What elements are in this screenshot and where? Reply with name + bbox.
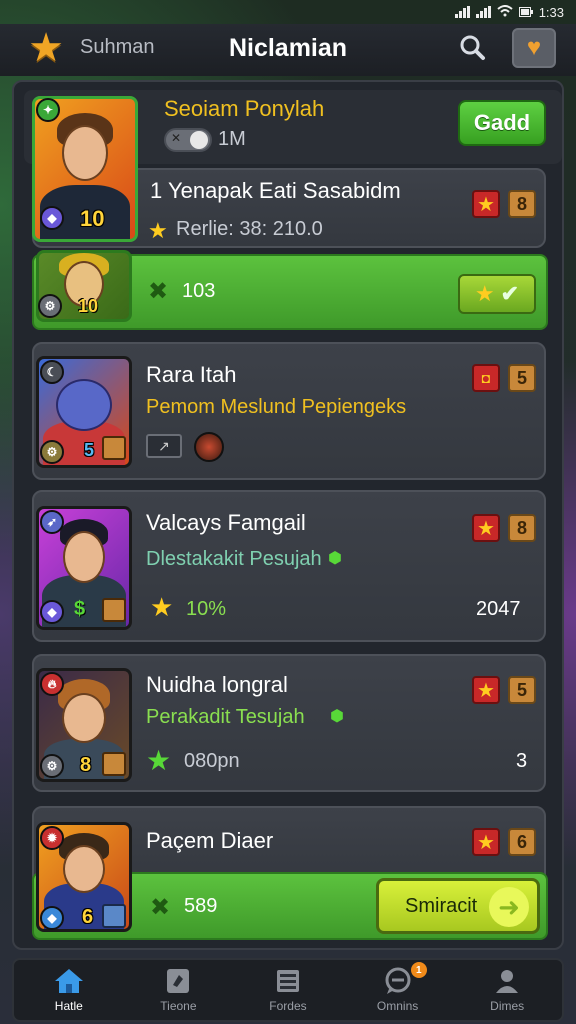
heart-icon: ♥ xyxy=(526,34,542,61)
star-badge: ★ xyxy=(472,828,500,856)
star-badge: ★ xyxy=(472,514,500,542)
star-badge: ★ xyxy=(472,190,500,218)
profile-icon xyxy=(491,967,523,995)
item-name: Paçem Diaer xyxy=(146,828,274,853)
item-subtitle: Perakadit Tesujah xyxy=(146,706,305,728)
item-value: 3 xyxy=(516,750,528,772)
star-icon: ★ xyxy=(474,281,495,306)
page-title: Niclamian xyxy=(228,34,348,62)
signal-icon-2 xyxy=(475,6,491,18)
money-icon: $ xyxy=(74,598,86,620)
check-button[interactable]: ★ ✔ xyxy=(458,274,536,314)
leaf-icon: ✦ xyxy=(36,98,60,122)
gear-icon: ⚙ xyxy=(38,294,62,318)
count-badge: 5 xyxy=(508,364,536,392)
count-badge: 6 xyxy=(508,828,536,856)
nav-label: Dimes xyxy=(490,999,525,1013)
level-badge: 8 xyxy=(80,754,92,776)
nav-label: Hatle xyxy=(54,999,83,1013)
stat-value: 10% xyxy=(186,598,227,620)
gear-icon: ⚙ xyxy=(40,754,64,778)
level-badge: 10 xyxy=(78,296,99,316)
level-badge: 10 xyxy=(80,206,105,231)
chest-icon xyxy=(102,598,126,622)
rank-badge: ◘ xyxy=(472,364,500,392)
count-badge: 5 xyxy=(508,676,536,704)
gem-icon: ◆ xyxy=(40,206,64,230)
item-subtitle: Dlestakakit Pesujah xyxy=(146,548,322,570)
gem-icon: ◆ xyxy=(40,906,64,930)
check-icon: ✔ xyxy=(500,281,520,306)
list-icon xyxy=(272,967,304,995)
chat-icon xyxy=(382,967,414,995)
claim-label: Smiracit xyxy=(405,894,478,917)
arrow-right-icon: ➜ xyxy=(489,887,529,927)
fire-icon: 🔥︎ xyxy=(40,672,64,696)
nav-label: Tieone xyxy=(160,999,197,1013)
search-icon xyxy=(458,33,486,66)
level-badge: 6 xyxy=(82,906,94,928)
add-button[interactable]: Gadd xyxy=(458,100,546,146)
nav-list[interactable]: Fordes xyxy=(233,960,343,1020)
star-badge: ★ xyxy=(472,676,500,704)
favorites-button[interactable]: ♥ xyxy=(512,28,556,68)
moon-icon: ☾ xyxy=(40,360,64,384)
toggle-switch[interactable]: ✕ xyxy=(164,128,212,152)
status-bar: 1:33 xyxy=(0,0,576,24)
wrench-icon: ✖ xyxy=(148,278,169,305)
item-name: Nuidha longral xyxy=(146,672,288,697)
chest-icon xyxy=(102,436,126,460)
claim-button[interactable]: Smiracit ➜ xyxy=(376,878,540,934)
count-badge: 8 xyxy=(508,190,536,218)
stat-value: 080pn xyxy=(184,750,240,772)
signal-icon xyxy=(454,6,470,18)
item-name: Valcays Famgail xyxy=(146,510,306,535)
item-value: 2047 xyxy=(476,598,521,620)
nav-profile[interactable]: Dimes xyxy=(452,960,562,1020)
nav-label: Omnins xyxy=(376,999,419,1013)
arrow-icon: ➶ xyxy=(40,510,64,534)
nav-label: Fordes xyxy=(269,999,307,1013)
top-bar: ★ Suhman Niclamian ♥ xyxy=(0,24,576,76)
star-icon: ★ xyxy=(150,592,174,622)
wifi-icon xyxy=(497,4,513,20)
toggle-label: 1M xyxy=(218,128,246,150)
bottom-nav: Hatle Tieone Fordes 1 Omnins Dimes xyxy=(12,958,564,1022)
count-badge: 8 xyxy=(508,514,536,542)
verified-icon: ⬢ xyxy=(328,550,342,567)
nav-chat[interactable]: 1 Omnins xyxy=(343,960,453,1020)
item-name: 1 Yenapak Eati Sasabidm xyxy=(150,178,401,203)
item-name: Rara Itah xyxy=(146,362,237,387)
battery-icon xyxy=(518,5,533,20)
star-icon: ★ xyxy=(146,745,172,776)
fire-icon: ✹ xyxy=(40,826,64,850)
item-subtitle: Pemom Meslund Pepiengeks xyxy=(146,396,407,418)
verified-icon: ⬢ xyxy=(330,708,344,725)
gem-icon: ◆ xyxy=(40,600,64,624)
shield-icon xyxy=(102,904,126,928)
nav-cards[interactable]: Tieone xyxy=(124,960,234,1020)
card-icon xyxy=(162,967,194,995)
helmet-icon[interactable] xyxy=(194,432,224,462)
wrench-icon: ✖ xyxy=(150,894,171,921)
featured-name: Seoiam Ponylah xyxy=(164,96,325,121)
sword-icon[interactable]: ↗ xyxy=(146,434,182,458)
status-time: 1:33 xyxy=(538,4,564,20)
stat-value: 589 xyxy=(184,895,218,917)
search-button[interactable] xyxy=(455,32,489,66)
star-icon: ★ xyxy=(148,218,168,243)
home-icon xyxy=(53,967,85,995)
chest-icon xyxy=(102,752,126,776)
notification-badge: 1 xyxy=(410,962,427,978)
item-subtitle: Rerlie: 38: 210.0 xyxy=(176,218,323,240)
nav-home[interactable]: Hatle xyxy=(14,960,124,1020)
stat-value: 103 xyxy=(182,280,216,302)
level-badge: 5 xyxy=(84,440,95,460)
gear-icon: ⚙ xyxy=(40,440,64,464)
